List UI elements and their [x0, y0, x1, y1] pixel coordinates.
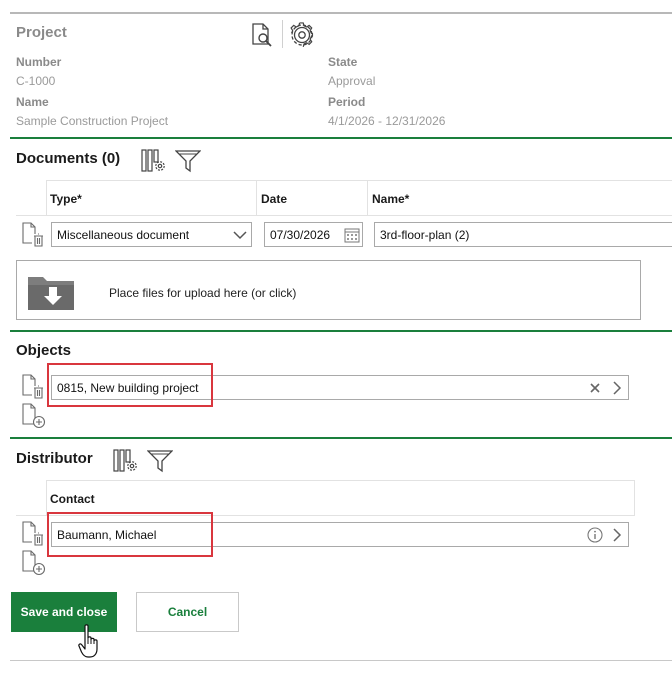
bottom-divider [10, 660, 672, 661]
column-settings-icon[interactable] [113, 448, 141, 477]
document-search-icon[interactable] [250, 22, 274, 48]
objects-title: Objects [16, 342, 72, 359]
name-value: Sample Construction Project [16, 114, 169, 128]
info-icon[interactable] [584, 526, 606, 543]
chevron-down-icon [229, 230, 251, 240]
number-value: C-1000 [16, 74, 56, 88]
delete-object-icon[interactable] [21, 374, 47, 403]
drop-zone-text: Place files for upload here (or click) [109, 286, 297, 300]
objects-divider [10, 330, 672, 332]
column-settings-icon[interactable] [141, 148, 169, 177]
columns-top-line [46, 180, 672, 181]
distributor-divider [10, 437, 672, 439]
top-divider [10, 12, 672, 14]
document-type-value: Miscellaneous document [57, 227, 190, 242]
highlight-box [47, 363, 213, 407]
document-name-value: 3rd-floor-plan (2) [380, 227, 470, 242]
column-header-name[interactable]: Name* [372, 192, 409, 206]
name-label: Name [16, 95, 49, 109]
gear-icon[interactable] [289, 22, 315, 48]
number-label: Number [16, 55, 62, 69]
filter-icon[interactable] [174, 148, 202, 177]
column-separator [634, 480, 635, 515]
highlight-box [47, 512, 213, 557]
hand-cursor-icon [78, 624, 104, 663]
column-header-date[interactable]: Date [261, 192, 287, 206]
document-name-field[interactable]: 3rd-floor-plan (2) [374, 222, 672, 247]
delete-contact-icon[interactable] [21, 521, 47, 550]
state-value: Approval [328, 74, 376, 88]
header-icon-divider [282, 20, 283, 48]
file-drop-zone[interactable]: Place files for upload here (or click) [16, 260, 641, 320]
distributor-title: Distributor [16, 450, 93, 467]
delete-row-icon[interactable] [21, 222, 47, 251]
columns-bottom-line [16, 215, 672, 216]
add-contact-icon[interactable] [21, 550, 47, 579]
clear-icon[interactable] [584, 382, 606, 394]
chevron-right-icon[interactable] [606, 380, 628, 395]
column-separator [46, 180, 47, 215]
column-header-contact[interactable]: Contact [50, 492, 95, 506]
calendar-icon[interactable] [342, 227, 362, 243]
add-object-icon[interactable] [21, 403, 47, 432]
period-value: 4/1/2026 - 12/31/2026 [328, 114, 446, 128]
chevron-right-icon[interactable] [606, 527, 628, 542]
filter-icon[interactable] [146, 448, 174, 477]
period-label: Period [328, 95, 366, 109]
documents-title: Documents (0) [16, 150, 121, 167]
columns-top-line [46, 480, 635, 481]
column-separator [46, 480, 47, 515]
document-date-value: 07/30/2026 [270, 227, 331, 242]
documents-divider [10, 137, 672, 139]
cancel-button[interactable]: Cancel [136, 592, 239, 632]
column-header-type[interactable]: Type* [50, 192, 82, 206]
folder-download-icon [27, 272, 77, 315]
document-date-field[interactable]: 07/30/2026 [264, 222, 363, 247]
column-separator [367, 180, 368, 215]
document-type-select[interactable]: Miscellaneous document [51, 222, 252, 247]
state-label: State [328, 55, 358, 69]
column-separator [256, 180, 257, 215]
project-title: Project [16, 24, 67, 41]
